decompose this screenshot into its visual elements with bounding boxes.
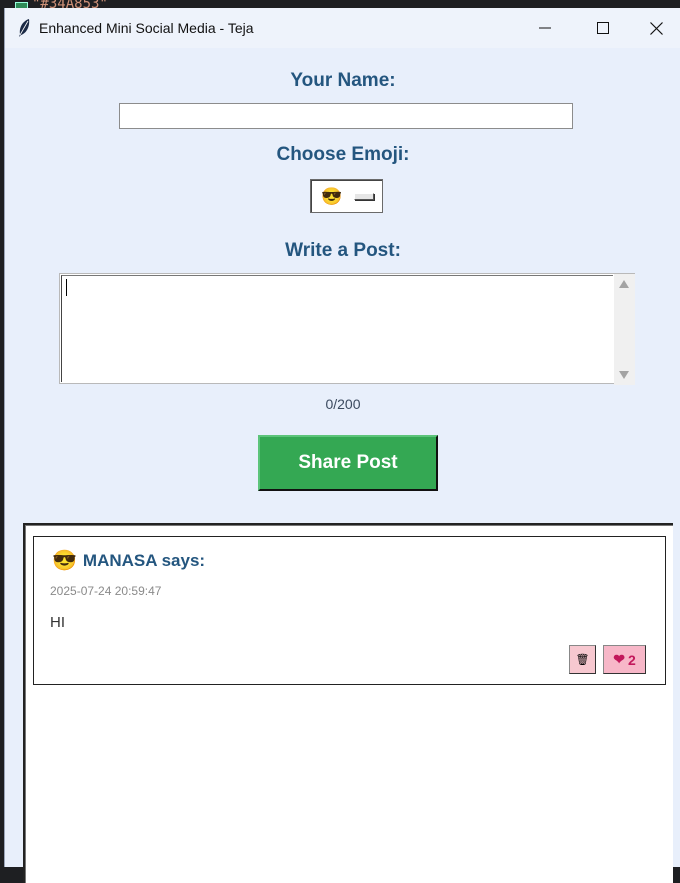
post-textarea[interactable]: [61, 275, 613, 382]
author-emoji-icon: 😎: [52, 550, 77, 572]
post-timestamp: 2025-07-24 20:59:47: [50, 584, 162, 598]
minimize-button[interactable]: [516, 8, 574, 48]
feather-icon: [19, 19, 30, 37]
post-header: 😎 MANASA says:: [52, 551, 205, 571]
close-icon: [650, 21, 663, 35]
heart-icon: ❤: [613, 651, 625, 667]
close-button[interactable]: [632, 8, 680, 48]
emoji-label: Choose Emoji:: [276, 144, 410, 165]
like-button[interactable]: ❤ 2: [603, 645, 646, 674]
name-input[interactable]: [119, 103, 573, 129]
delete-post-button[interactable]: 🗑: [569, 645, 596, 674]
maximize-icon: [597, 22, 609, 34]
post-author: MANASA says:: [82, 551, 206, 570]
post-text-area-container: [59, 273, 635, 385]
app-window: Enhanced Mini Social Media - Teja Your N…: [4, 8, 680, 883]
post-card: 😎 MANASA says: 2025-07-24 20:59:47 HI 🗑 …: [33, 536, 666, 685]
like-count: 2: [627, 651, 636, 668]
char-counter: 0/200: [325, 396, 361, 412]
scroll-up-icon[interactable]: [619, 280, 629, 288]
emoji-dropdown[interactable]: 😎: [310, 179, 383, 213]
scroll-down-icon[interactable]: [619, 371, 629, 379]
title-bar[interactable]: Enhanced Mini Social Media - Teja: [5, 8, 680, 48]
name-label: Your Name:: [290, 70, 396, 91]
option-menu-indicator-icon: [354, 192, 375, 200]
window-title: Enhanced Mini Social Media - Teja: [39, 20, 254, 36]
selected-emoji: 😎: [321, 186, 343, 206]
minimize-icon: [539, 27, 551, 29]
post-label: Write a Post:: [285, 240, 401, 261]
post-feed[interactable]: 😎 MANASA says: 2025-07-24 20:59:47 HI 🗑 …: [23, 523, 673, 883]
trash-icon: 🗑: [575, 654, 590, 666]
text-cursor: [66, 279, 67, 296]
post-scrollbar[interactable]: [614, 274, 635, 385]
maximize-button[interactable]: [574, 8, 632, 48]
post-content: HI: [50, 614, 65, 631]
share-post-button[interactable]: Share Post: [258, 435, 438, 491]
